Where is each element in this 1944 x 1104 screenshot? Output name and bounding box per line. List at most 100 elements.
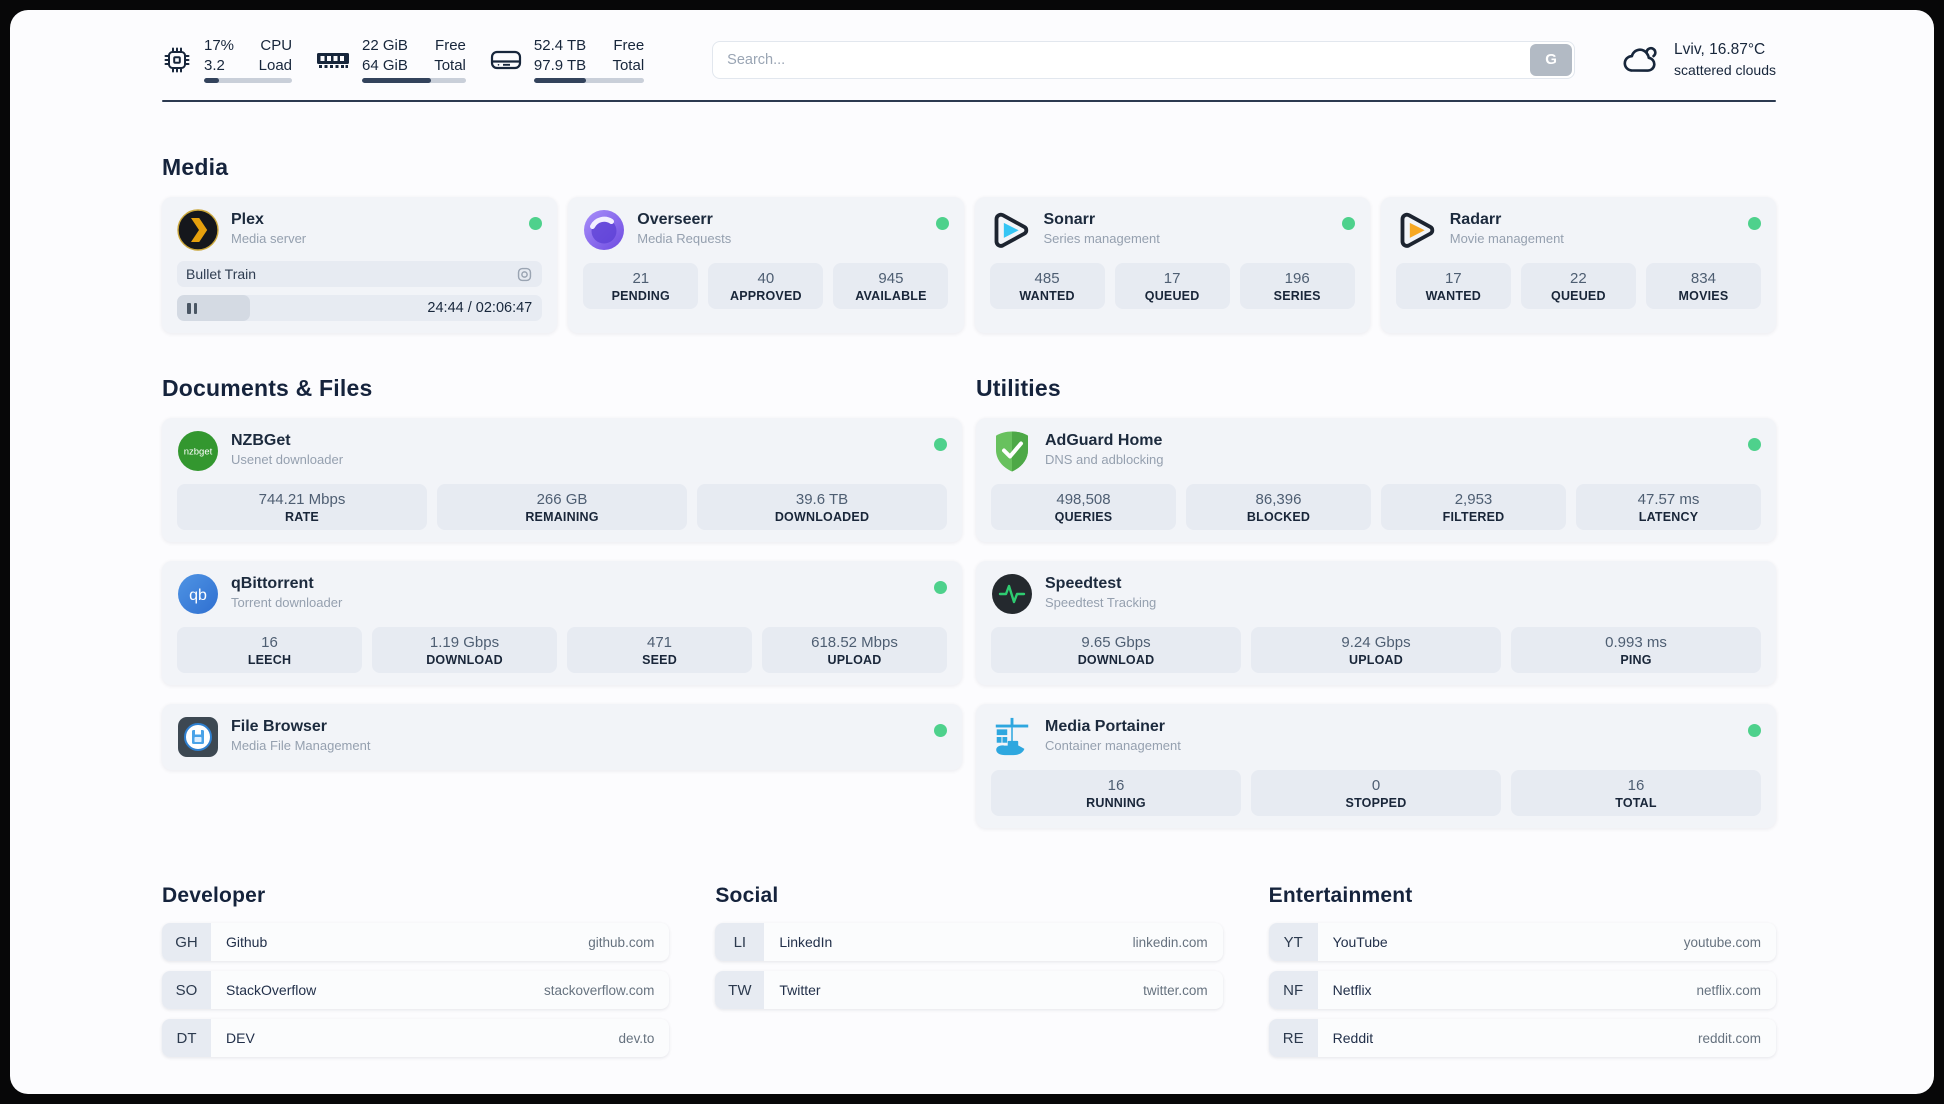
svg-text:nzbget: nzbget bbox=[184, 447, 213, 458]
bookmark-reddit[interactable]: RE Reddit reddit.com bbox=[1268, 1019, 1776, 1057]
status-dot bbox=[1748, 724, 1761, 737]
status-dot bbox=[1748, 217, 1761, 230]
cpu-usage-value: 17% bbox=[204, 37, 235, 54]
stat-queued: 17 QUEUED bbox=[1114, 263, 1230, 309]
search-bar: G bbox=[712, 40, 1576, 79]
app-description: Speedtest Tracking bbox=[1045, 595, 1157, 610]
stat-seed: 471 SEED bbox=[567, 627, 752, 673]
stat-rate: 744.21 Mbps RATE bbox=[177, 484, 427, 530]
ram-free-label: Free bbox=[435, 37, 466, 54]
app-description: Series management bbox=[1043, 231, 1160, 246]
disk-free-label: Free bbox=[613, 37, 645, 54]
bookmark-abbr: DT bbox=[162, 1019, 211, 1057]
stat-total: 16 TOTAL bbox=[1511, 770, 1761, 816]
plex-icon bbox=[177, 209, 219, 251]
app-name: Sonarr bbox=[1043, 211, 1096, 228]
app-card-qbittorrent[interactable]: qb qBittorrent Torrent downloader 16 LEE… bbox=[162, 561, 962, 685]
header-divider bbox=[162, 100, 1776, 102]
bookmark-dev[interactable]: DT DEV dev.to bbox=[162, 1019, 670, 1057]
cpu-widget: 17% 3.2 CPU Load bbox=[162, 36, 293, 83]
cpu-progress-bar bbox=[204, 78, 293, 83]
app-description: Torrent downloader bbox=[231, 595, 343, 610]
bookmark-name: LinkedIn bbox=[779, 934, 833, 950]
stat-pending: 21 PENDING bbox=[583, 263, 699, 309]
stat-upload: 9.24 Gbps UPLOAD bbox=[1251, 627, 1501, 673]
top-bar: 17% 3.2 CPU Load 22 GiB 64 GiB Free Tota… bbox=[10, 10, 1934, 83]
status-dot bbox=[1341, 217, 1355, 230]
app-card-overseerr[interactable]: Overseerr Media Requests 21 PENDING 40 A… bbox=[568, 197, 964, 333]
disk-progress-fill bbox=[533, 78, 586, 83]
app-description: Movie management bbox=[1449, 231, 1564, 246]
portainer-icon bbox=[995, 717, 1029, 756]
playback-progress-bar: 24:44 / 02:06:47 bbox=[177, 295, 543, 321]
bookmark-abbr: GH bbox=[162, 923, 211, 961]
app-card-file-browser[interactable]: File Browser Media File Management bbox=[162, 704, 962, 770]
section-title-documents: Documents & Files bbox=[162, 375, 373, 401]
stat-approved: 40 APPROVED bbox=[708, 263, 824, 309]
bookmark-url: netflix.com bbox=[1696, 982, 1761, 998]
bookmark-name: Github bbox=[226, 934, 268, 950]
weather-widget: Lviv, 16.87°C scattered clouds bbox=[1619, 40, 1776, 80]
stat-series: 196 SERIES bbox=[1239, 263, 1355, 309]
stat-leech: 16 LEECH bbox=[177, 627, 362, 673]
radarr-icon bbox=[1400, 212, 1434, 248]
ram-free-value: 22 GiB bbox=[362, 37, 408, 54]
bookmark-name: Twitter bbox=[779, 982, 821, 998]
bookmark-name: Reddit bbox=[1332, 1030, 1374, 1046]
app-description: Container management bbox=[1045, 738, 1181, 753]
section-title-social: Social bbox=[715, 884, 779, 907]
app-name: Media Portainer bbox=[1045, 718, 1166, 735]
ram-progress-bar bbox=[362, 78, 466, 83]
bookmark-url: reddit.com bbox=[1697, 1030, 1761, 1046]
stat-filtered: 2,953 FILTERED bbox=[1381, 484, 1566, 530]
app-description: Media server bbox=[231, 231, 307, 246]
bookmark-youtube[interactable]: YT YouTube youtube.com bbox=[1268, 923, 1776, 961]
search-engine-button[interactable]: G bbox=[1530, 43, 1573, 76]
cloud-icon bbox=[1623, 46, 1657, 72]
bookmark-url: twitter.com bbox=[1143, 982, 1208, 998]
app-name: Overseerr bbox=[637, 211, 713, 228]
app-card-speedtest[interactable]: Speedtest Speedtest Tracking 9.65 Gbps D… bbox=[976, 561, 1776, 685]
disk-icon bbox=[490, 50, 521, 69]
pause-icon[interactable] bbox=[187, 302, 197, 314]
bookmark-abbr: NF bbox=[1268, 971, 1318, 1009]
bookmark-abbr: LI bbox=[715, 923, 765, 961]
stat-movies: 834 MOVIES bbox=[1645, 263, 1761, 309]
disk-progress-bar bbox=[533, 78, 645, 83]
app-card-nzbget[interactable]: nzbget NZBGet Usenet downloader 744.21 M… bbox=[162, 418, 962, 542]
ram-icon bbox=[317, 52, 350, 68]
speedtest-icon bbox=[992, 574, 1032, 614]
bookmark-twitter[interactable]: TW Twitter twitter.com bbox=[715, 971, 1223, 1009]
status-dot bbox=[934, 724, 947, 737]
stat-blocked: 86,396 BLOCKED bbox=[1186, 484, 1371, 530]
bookmark-netflix[interactable]: NF Netflix netflix.com bbox=[1268, 971, 1776, 1009]
bookmarks-social: Social LI LinkedIn linkedin.com TW Twitt… bbox=[715, 884, 1223, 1057]
app-card-media-portainer[interactable]: Media Portainer Container management 16 … bbox=[976, 704, 1776, 828]
bookmark-stackoverflow[interactable]: SO StackOverflow stackoverflow.com bbox=[162, 971, 670, 1009]
bookmark-url: stackoverflow.com bbox=[544, 982, 655, 998]
bookmark-linkedin[interactable]: LI LinkedIn linkedin.com bbox=[715, 923, 1223, 961]
documents-column: Documents & Files nzbget NZBGet Usenet d… bbox=[162, 375, 962, 828]
app-card-plex[interactable]: Plex Media server Bullet Train 24:44 / 0… bbox=[162, 197, 558, 333]
status-dot bbox=[1748, 438, 1761, 451]
app-card-adguard-home[interactable]: AdGuard Home DNS and adblocking 498,508 … bbox=[976, 418, 1776, 542]
app-card-radarr[interactable]: Radarr Movie management 17 WANTED 22 QUE… bbox=[1380, 197, 1776, 333]
app-description: Media File Management bbox=[231, 738, 371, 753]
cpu-load-label: Load bbox=[258, 56, 293, 74]
stat-ping: 0.993 ms PING bbox=[1511, 627, 1761, 673]
app-name: qBittorrent bbox=[231, 575, 314, 592]
stat-download: 9.65 Gbps DOWNLOAD bbox=[991, 627, 1241, 673]
app-name: NZBGet bbox=[231, 432, 291, 449]
stat-stopped: 0 STOPPED bbox=[1251, 770, 1501, 816]
svg-text:qb: qb bbox=[189, 587, 207, 604]
app-card-sonarr[interactable]: Sonarr Series management 485 WANTED 17 Q… bbox=[974, 197, 1370, 333]
ram-progress-fill bbox=[362, 78, 431, 83]
section-title-entertainment: Entertainment bbox=[1268, 884, 1413, 907]
search-input[interactable] bbox=[712, 40, 1576, 79]
disk-widget: 52.4 TB 97.9 TB Free Total bbox=[490, 36, 645, 83]
bookmark-abbr: TW bbox=[715, 971, 765, 1009]
app-description: DNS and adblocking bbox=[1045, 452, 1164, 467]
bookmark-url: linkedin.com bbox=[1132, 934, 1208, 950]
app-name: Speedtest bbox=[1045, 575, 1122, 592]
bookmark-github[interactable]: GH Github github.com bbox=[162, 923, 670, 961]
